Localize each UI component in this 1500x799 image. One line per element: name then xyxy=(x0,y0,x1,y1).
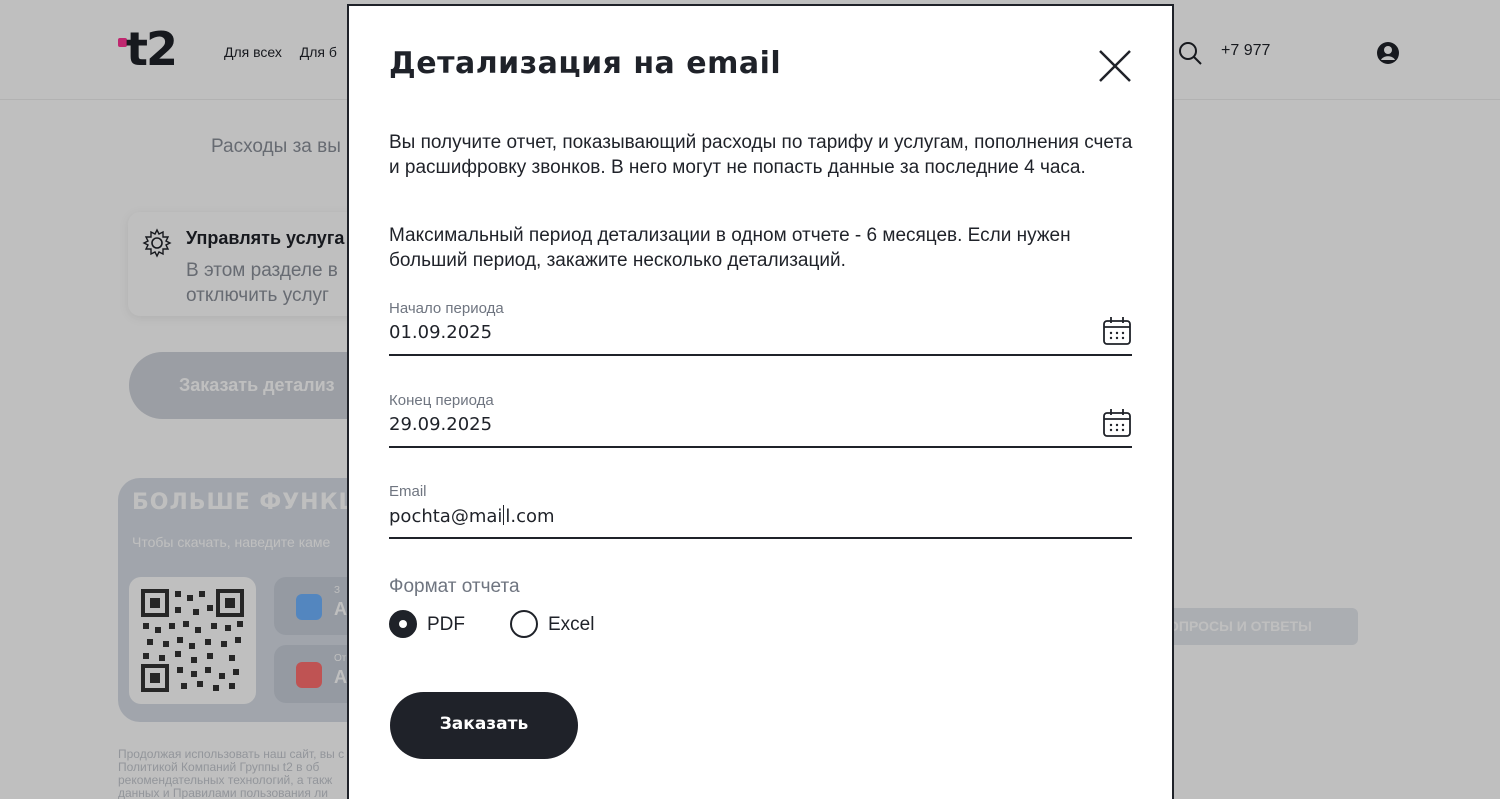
modal-title: Детализация на email xyxy=(389,46,782,81)
email-value-start: pochta@mai xyxy=(389,506,503,527)
format-radio-pdf-label: PDF xyxy=(427,614,465,635)
modal-period-note: Максимальный период детализации в одном … xyxy=(389,225,1071,271)
start-date-input[interactable]: 01.09.2025 xyxy=(389,322,492,343)
email-label: Email xyxy=(389,483,427,500)
calendar-icon[interactable] xyxy=(1102,316,1132,346)
order-button[interactable]: Заказать xyxy=(390,692,578,759)
modal-description: Вы получите отчет, показывающий расходы … xyxy=(389,132,1133,178)
close-icon[interactable] xyxy=(1097,48,1133,84)
format-radio-excel-label: Excel xyxy=(548,614,595,635)
radio-checked-icon xyxy=(389,610,417,638)
radio-unchecked-icon xyxy=(510,610,538,638)
format-label: Формат отчета xyxy=(389,576,520,597)
calendar-icon[interactable] xyxy=(1102,408,1132,438)
end-date-field[interactable]: Конец периода 29.09.2025 xyxy=(389,392,1132,448)
email-details-modal: Детализация на email Вы получите отчет, … xyxy=(347,4,1174,799)
start-date-field[interactable]: Начало периода 01.09.2025 xyxy=(389,300,1132,356)
email-value-end: l.com xyxy=(505,506,555,527)
order-button-label: Заказать xyxy=(439,714,529,734)
email-input[interactable]: pochta@mai l.com xyxy=(389,505,555,527)
format-radio-excel[interactable]: Excel xyxy=(510,610,605,640)
email-field[interactable]: Email pochta@mai l.com xyxy=(389,483,1132,539)
start-date-label: Начало периода xyxy=(389,300,504,317)
end-date-label: Конец периода xyxy=(389,392,494,409)
format-radio-pdf[interactable]: PDF xyxy=(389,610,469,640)
end-date-input[interactable]: 29.09.2025 xyxy=(389,414,492,435)
